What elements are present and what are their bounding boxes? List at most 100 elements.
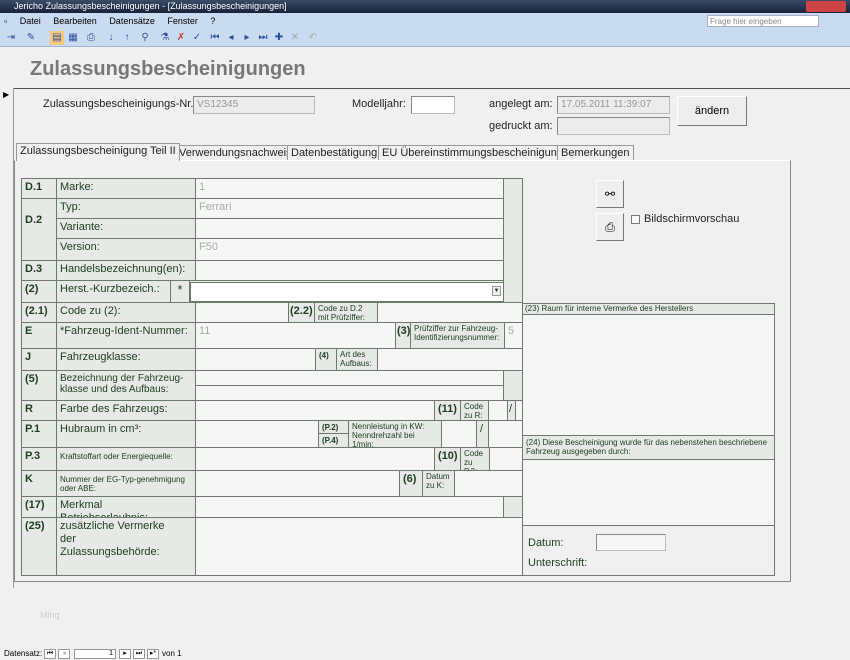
label-fin: *Fahrzeug-Ident-Nummer: [56, 322, 196, 349]
code-zu-r-field-1[interactable] [488, 400, 508, 421]
modelljahr-label: Modelljahr: [352, 98, 406, 110]
search-button[interactable]: ⚯ [596, 180, 624, 208]
code-11: (11) [434, 400, 461, 421]
nenndrehzahl-label: Nenndrehzahl bei 1/min: [352, 431, 415, 448]
remove-filter-icon[interactable]: ✗ [174, 31, 188, 45]
code-zu-2-field[interactable] [195, 302, 289, 323]
zusaetzliche-vermerke-field[interactable] [195, 517, 523, 576]
print-button[interactable]: ⎙ [596, 213, 624, 241]
menu-bearbeiten[interactable]: Bearbeiten [53, 16, 97, 26]
last-record-icon[interactable]: ⏭ [256, 31, 270, 45]
code-25: (25) [21, 517, 57, 576]
art-des-aufbaus-field[interactable] [377, 348, 523, 371]
footer-faint-text: Ming [40, 610, 60, 620]
code-k: K [21, 470, 57, 497]
eg-typgenehmigung-field[interactable] [195, 470, 400, 497]
code-2-2: (2.2) [288, 302, 315, 323]
form-view-icon[interactable]: ▤ [50, 31, 64, 45]
fin-field[interactable]: 11 [195, 322, 396, 349]
bildschirmvorschau-checkbox[interactable] [631, 215, 640, 224]
hubraum-field[interactable] [195, 420, 319, 448]
code-17: (17) [21, 496, 57, 518]
find-icon[interactable]: ⚲ [138, 31, 152, 45]
filter-icon[interactable]: ⚗ [158, 31, 172, 45]
first-record-icon[interactable]: ⏮ [208, 31, 222, 45]
nenndrehzahl-field[interactable] [488, 420, 523, 448]
datum-field[interactable] [596, 534, 666, 551]
tab-zulassungsbescheinigung-teil-2[interactable]: Zulassungsbescheinigung Teil II [16, 143, 180, 161]
side-spacer-2 [503, 370, 523, 401]
record-number-input[interactable]: 1 [74, 649, 116, 659]
kraftstoffart-field[interactable] [195, 447, 435, 471]
gedruckt-field[interactable] [557, 117, 670, 135]
aendern-button[interactable]: ändern [677, 96, 747, 126]
previous-record-icon[interactable]: ◂ [224, 31, 238, 45]
variante-field[interactable] [195, 218, 504, 239]
new-record-icon[interactable]: ✚ [272, 31, 286, 45]
tab-bemerkungen[interactable]: Bemerkungen [557, 145, 634, 161]
next-record-button[interactable]: ▸ [119, 649, 131, 659]
fahrzeugklasse-field[interactable] [195, 348, 316, 371]
undo-icon[interactable]: ↶ [306, 31, 320, 45]
code-4: (4) [315, 348, 337, 371]
code-zu-p3-field[interactable] [489, 447, 523, 471]
modelljahr-field[interactable] [411, 96, 455, 114]
menu-datensaetze[interactable]: Datensätze [109, 16, 155, 26]
bildschirmvorschau-label: Bildschirmvorschau [644, 213, 740, 225]
nennleistung-field[interactable] [441, 420, 477, 448]
previous-record-button[interactable]: ◂ [58, 649, 70, 659]
tab-verwendungsnachweis[interactable]: Verwendungsnachweis [175, 145, 296, 161]
merkmal-field[interactable] [195, 496, 504, 518]
marke-field[interactable]: 1 [195, 178, 504, 199]
code-d1: D.1 [21, 178, 57, 199]
help-search-input[interactable]: Frage hier eingeben [707, 15, 819, 27]
label-code-zu-r: Code zu R: [460, 400, 489, 421]
label-typ: Typ: [56, 198, 196, 219]
first-record-button[interactable]: ⏮ [44, 649, 56, 659]
menu-help[interactable]: ? [210, 16, 215, 26]
menu-fenster[interactable]: Fenster [167, 16, 198, 26]
tab-datenbestaetigung[interactable]: Datenbestätigung [287, 145, 382, 161]
new-record-button[interactable]: ▸* [147, 649, 159, 659]
label-code-zu-d2: Code zu D.2 mit Prüfziffer: [314, 302, 378, 323]
window-close-button[interactable] [806, 1, 846, 12]
herst-kurzbezeich-combo[interactable]: ▼ [190, 282, 504, 302]
toolbar: ⇥ ✎ ▤ ▦ ⎙ ↓ ↑ ⚲ ⚗ ✗ ✓ ⏮ ◂ ▸ ⏭ ✚ ✕ ↶ [0, 29, 850, 47]
record-count: von 1 [162, 649, 182, 658]
angelegt-field[interactable]: 17.05.2011 11:39:07 [557, 96, 670, 114]
code-5: (5) [21, 370, 57, 401]
handelsbezeichnung-field[interactable] [195, 260, 504, 281]
record-selector[interactable]: ▶ [0, 88, 14, 588]
design-view-icon[interactable]: ✎ [24, 31, 38, 45]
tab-eu-uebereinstimmung[interactable]: EU Übereinstimmungsbescheinigung [378, 145, 567, 161]
sort-ascending-icon[interactable]: ↓ [104, 31, 118, 45]
menu-datei[interactable]: Datei [20, 16, 41, 26]
datum-zu-k-field[interactable] [454, 470, 523, 497]
interne-vermerke-field[interactable] [522, 314, 775, 436]
print-icon[interactable]: ⎙ [84, 31, 98, 45]
sort-descending-icon[interactable]: ↑ [120, 31, 134, 45]
label-code-zu-p3: Code zu P.3: [460, 447, 490, 471]
printer-icon: ⎙ [605, 220, 615, 234]
apply-filter-icon[interactable]: ✓ [190, 31, 204, 45]
last-record-button[interactable]: ⏭ [133, 649, 145, 659]
code-r: R [21, 400, 57, 421]
farbe-field[interactable] [195, 400, 435, 421]
bezeichnung-field-2[interactable] [195, 385, 504, 401]
label-version: Version: [56, 238, 196, 261]
datasheet-view-icon[interactable]: ▦ [66, 31, 80, 45]
pruefziffer-field[interactable]: 5 [504, 322, 523, 349]
nr-label: Zulassungsbescheinigungs-Nr.: [43, 98, 197, 110]
ausgegeben-durch-field[interactable] [522, 459, 775, 526]
code-zu-d2-field[interactable] [377, 302, 523, 323]
side-spacer [503, 178, 523, 303]
version-field[interactable]: F50 [195, 238, 504, 261]
label-bezeichnung-klasse: Bezeichnung der Fahrzeug-klasse und des … [56, 370, 196, 401]
next-record-icon[interactable]: ▸ [240, 31, 254, 45]
nr-field[interactable]: VS12345 [193, 96, 315, 114]
bezeichnung-field-1[interactable] [195, 370, 504, 386]
chevron-down-icon[interactable]: ▼ [492, 286, 501, 296]
delete-record-icon[interactable]: ✕ [288, 31, 302, 45]
exit-icon[interactable]: ⇥ [4, 31, 18, 45]
typ-field[interactable]: Ferrari [195, 198, 504, 219]
